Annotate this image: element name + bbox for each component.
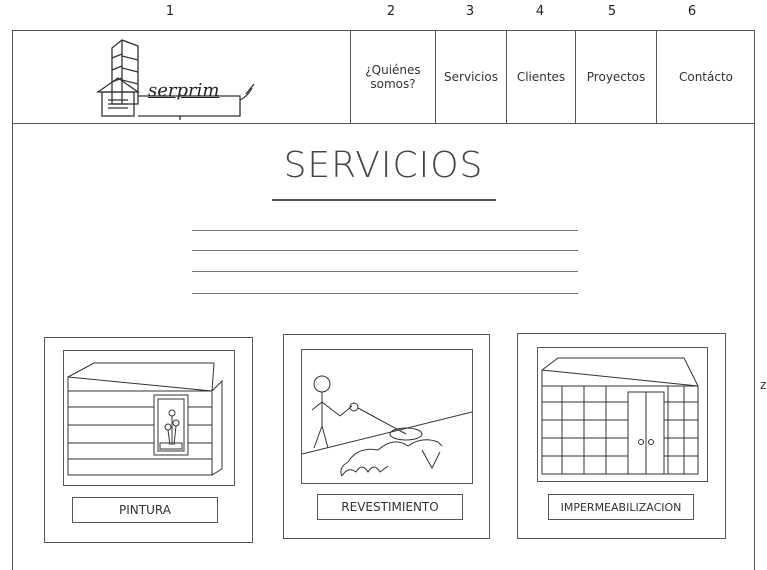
logo[interactable]: serprim (90, 34, 260, 120)
text-placeholder-line (192, 293, 578, 294)
column-marker-4: 4 (535, 4, 545, 19)
column-marker-3: 3 (465, 4, 475, 19)
nav-item-label: Proyectos (586, 70, 646, 84)
text-placeholder-line (192, 230, 578, 231)
service-button-impermeabilizacion[interactable]: IMPERMEABILIZACION (548, 494, 694, 520)
column-marker-5: 5 (607, 4, 617, 19)
nav-item-contacto[interactable]: Contácto (657, 30, 755, 124)
text-placeholder-line (192, 271, 578, 272)
nav-item-quienes-somos[interactable]: ¿Quiénes somos? (351, 30, 435, 124)
nav-item-clientes[interactable]: Clientes (507, 30, 575, 124)
service-card-revestimiento[interactable]: REVESTIMIENTO (283, 334, 490, 539)
nav-item-label: Contácto (678, 70, 734, 84)
nav-item-servicios[interactable]: Servicios (436, 30, 506, 124)
waterproofed-building-icon (541, 357, 699, 475)
painted-building-icon (67, 362, 223, 476)
service-card-impermeabilizacion[interactable]: IMPERMEABILIZACION (517, 333, 726, 539)
title-underline (272, 199, 496, 201)
plastering-worker-icon (301, 375, 473, 477)
text-placeholder-line (192, 250, 578, 251)
service-card-pintura[interactable]: PINTURA (44, 337, 253, 543)
service-button-pintura[interactable]: PINTURA (72, 497, 218, 523)
service-image (63, 350, 235, 486)
column-marker-1: 1 (165, 4, 175, 19)
nav-item-label: ¿Quiénes (365, 63, 421, 77)
column-marker-6: 6 (687, 4, 697, 19)
nav-item-label: Clientes (516, 70, 566, 84)
edge-mark: z (760, 378, 767, 392)
service-button-revestimiento[interactable]: REVESTIMIENTO (317, 494, 463, 520)
logo-text: serprim (148, 80, 220, 101)
column-marker-2: 2 (386, 4, 396, 19)
service-button-label: REVESTIMIENTO (341, 500, 439, 514)
nav-item-label: somos? (370, 77, 416, 91)
service-button-label: PINTURA (119, 503, 171, 517)
service-button-label: IMPERMEABILIZACION (560, 500, 682, 514)
nav-item-label: Servicios (444, 70, 498, 84)
service-image (537, 347, 708, 482)
service-image (301, 349, 473, 484)
page-title: SERVICIOS (283, 145, 484, 186)
nav-item-proyectos[interactable]: Proyectos (576, 30, 656, 124)
logo-building-icon (95, 39, 255, 120)
